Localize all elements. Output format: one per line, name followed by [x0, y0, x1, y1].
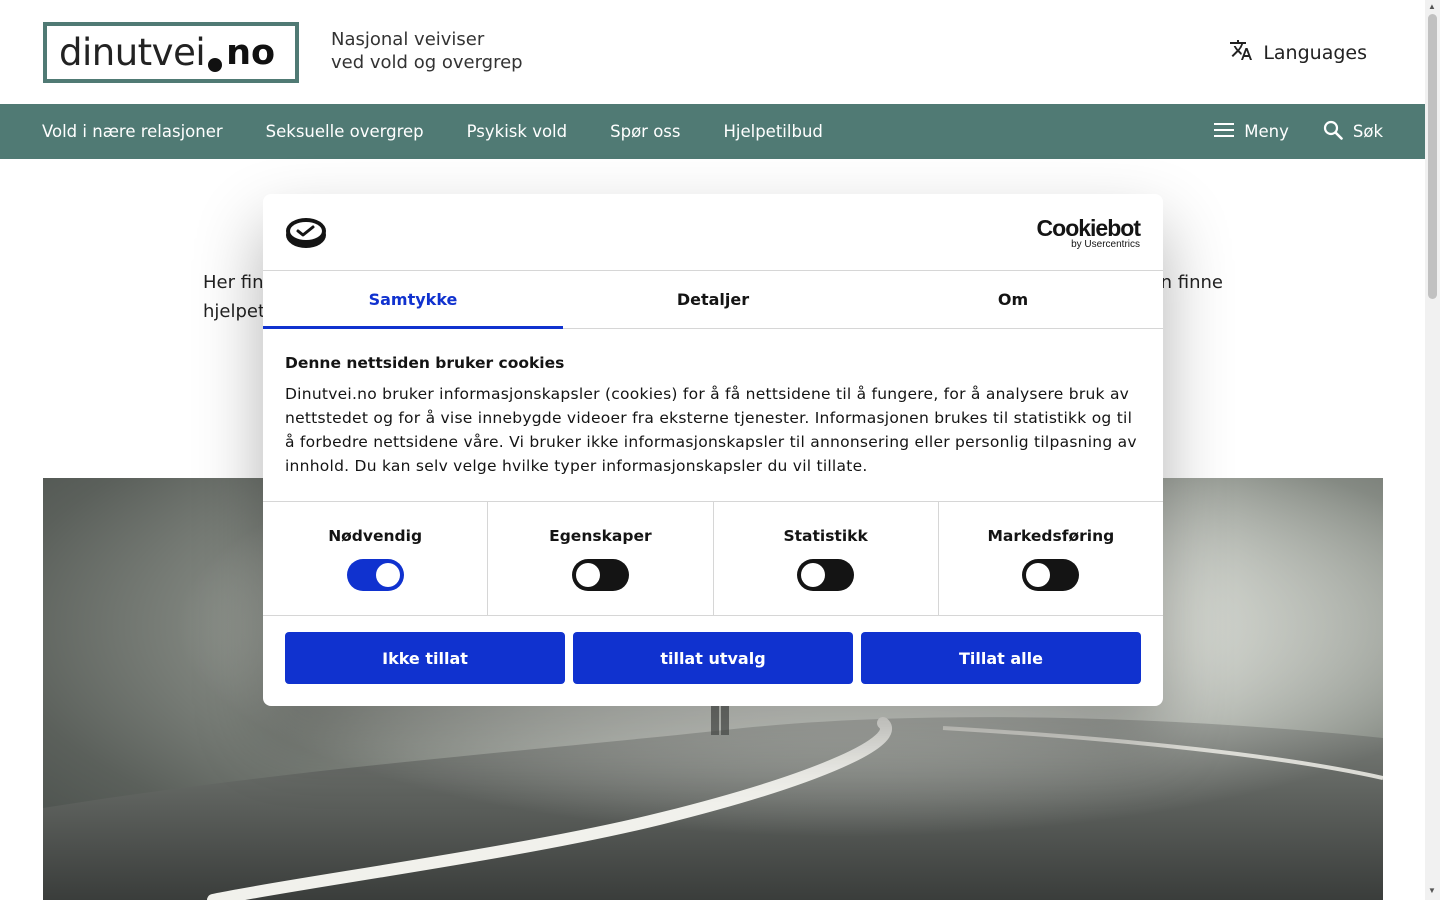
toggle-label-statistikk: Statistikk	[783, 527, 868, 545]
search-label: Søk	[1352, 122, 1383, 141]
toggle-knob	[375, 563, 400, 587]
logo-text: dinutvei	[59, 31, 206, 74]
toggle-egenskaper: Egenskaper	[488, 502, 714, 615]
allow-all-button[interactable]: Tillat alle	[861, 632, 1141, 684]
toggle-nodvendig: Nødvendig	[263, 502, 489, 615]
toggle-knob	[801, 563, 826, 587]
toggle-switch-markedsforing[interactable]	[1022, 559, 1080, 591]
nav-item-psykisk-vold[interactable]: Psykisk vold	[467, 122, 567, 141]
toggle-knob	[1026, 563, 1051, 587]
dialog-description: Dinutvei.no bruker informasjonskapsler (…	[285, 385, 1137, 475]
nav-item-spor-oss[interactable]: Spør oss	[610, 122, 680, 141]
scroll-up-icon[interactable]: ▲	[1428, 2, 1436, 11]
toggle-switch-egenskaper[interactable]	[571, 559, 629, 591]
cookie-consent-dialog: Cookiebot by Usercentrics Samtykke Detal…	[263, 194, 1163, 706]
dialog-actions: Ikke tillat tillat utvalg Tillat alle	[263, 615, 1163, 684]
tab-detaljer[interactable]: Detaljer	[563, 271, 863, 328]
scroll-down-icon[interactable]: ▼	[1428, 886, 1436, 895]
dialog-title: Denne nettsiden bruker cookies	[285, 354, 565, 372]
menu-label: Meny	[1244, 122, 1289, 141]
nav-item-vold-i-naere-relasjoner[interactable]: Vold i nære relasjoner	[42, 122, 223, 141]
scroll-thumb[interactable]	[1428, 14, 1437, 299]
page-scrollbar[interactable]: ▲ ▼	[1425, 0, 1440, 900]
toggle-statistikk: Statistikk	[714, 502, 939, 615]
main-navigation: Vold i nære relasjoner Seksuelle overgre…	[0, 104, 1425, 159]
site-tagline: Nasjonal veiviser ved vold og overgrep	[331, 28, 523, 74]
site-logo[interactable]: dinutvei no	[43, 22, 299, 83]
tagline-line-2: ved vold og overgrep	[331, 52, 523, 73]
nav-item-seksuelle-overgrep[interactable]: Seksuelle overgrep	[266, 122, 424, 141]
toggle-markedsforing: Markedsføring	[939, 502, 1163, 615]
nav-actions: Meny Søk	[1214, 104, 1383, 159]
tab-samtykke[interactable]: Samtykke	[263, 271, 563, 329]
cookiebot-logo[interactable]: Cookiebot by Usercentrics	[1036, 215, 1141, 250]
toggle-label-nodvendig: Nødvendig	[328, 527, 423, 545]
toggle-knob	[575, 563, 600, 587]
intro-line-1-right: n finne	[1160, 272, 1223, 293]
cookie-badge-icon	[285, 217, 327, 253]
search-icon	[1323, 120, 1343, 144]
consent-toggles: Nødvendig Egenskaper Statistikk Markedsf…	[263, 502, 1163, 615]
tagline-line-1: Nasjonal veiviser	[331, 29, 485, 50]
dialog-body: Denne nettsiden bruker cookies Dinutvei.…	[263, 329, 1163, 502]
hamburger-icon	[1214, 122, 1235, 142]
toggle-switch-nodvendig[interactable]	[346, 559, 404, 591]
search-button[interactable]: Søk	[1323, 120, 1383, 144]
logo-tld: no	[226, 32, 276, 73]
languages-button[interactable]: Languages	[1229, 38, 1367, 67]
translate-icon	[1229, 38, 1253, 67]
logo-dot	[208, 57, 223, 72]
nav-items: Vold i nære relasjoner Seksuelle overgre…	[42, 104, 823, 159]
toggle-label-markedsforing: Markedsføring	[987, 527, 1115, 545]
dialog-tabs: Samtykke Detaljer Om	[263, 271, 1163, 329]
allow-selection-button[interactable]: tillat utvalg	[573, 632, 853, 684]
toggle-switch-statistikk[interactable]	[797, 559, 855, 591]
nav-item-hjelpetilbud[interactable]: Hjelpetilbud	[723, 122, 822, 141]
site-header: dinutvei no Nasjonal veiviser ved vold o…	[0, 0, 1425, 104]
toggle-label-egenskaper: Egenskaper	[549, 527, 652, 545]
cookiebot-brand-sub: by Usercentrics	[1071, 239, 1140, 250]
menu-button[interactable]: Meny	[1214, 122, 1289, 142]
deny-button[interactable]: Ikke tillat	[285, 632, 565, 684]
dialog-header: Cookiebot by Usercentrics	[263, 194, 1163, 271]
tab-om[interactable]: Om	[863, 271, 1163, 328]
cookiebot-brand-name: Cookiebot	[1036, 215, 1141, 241]
languages-label: Languages	[1263, 41, 1367, 64]
